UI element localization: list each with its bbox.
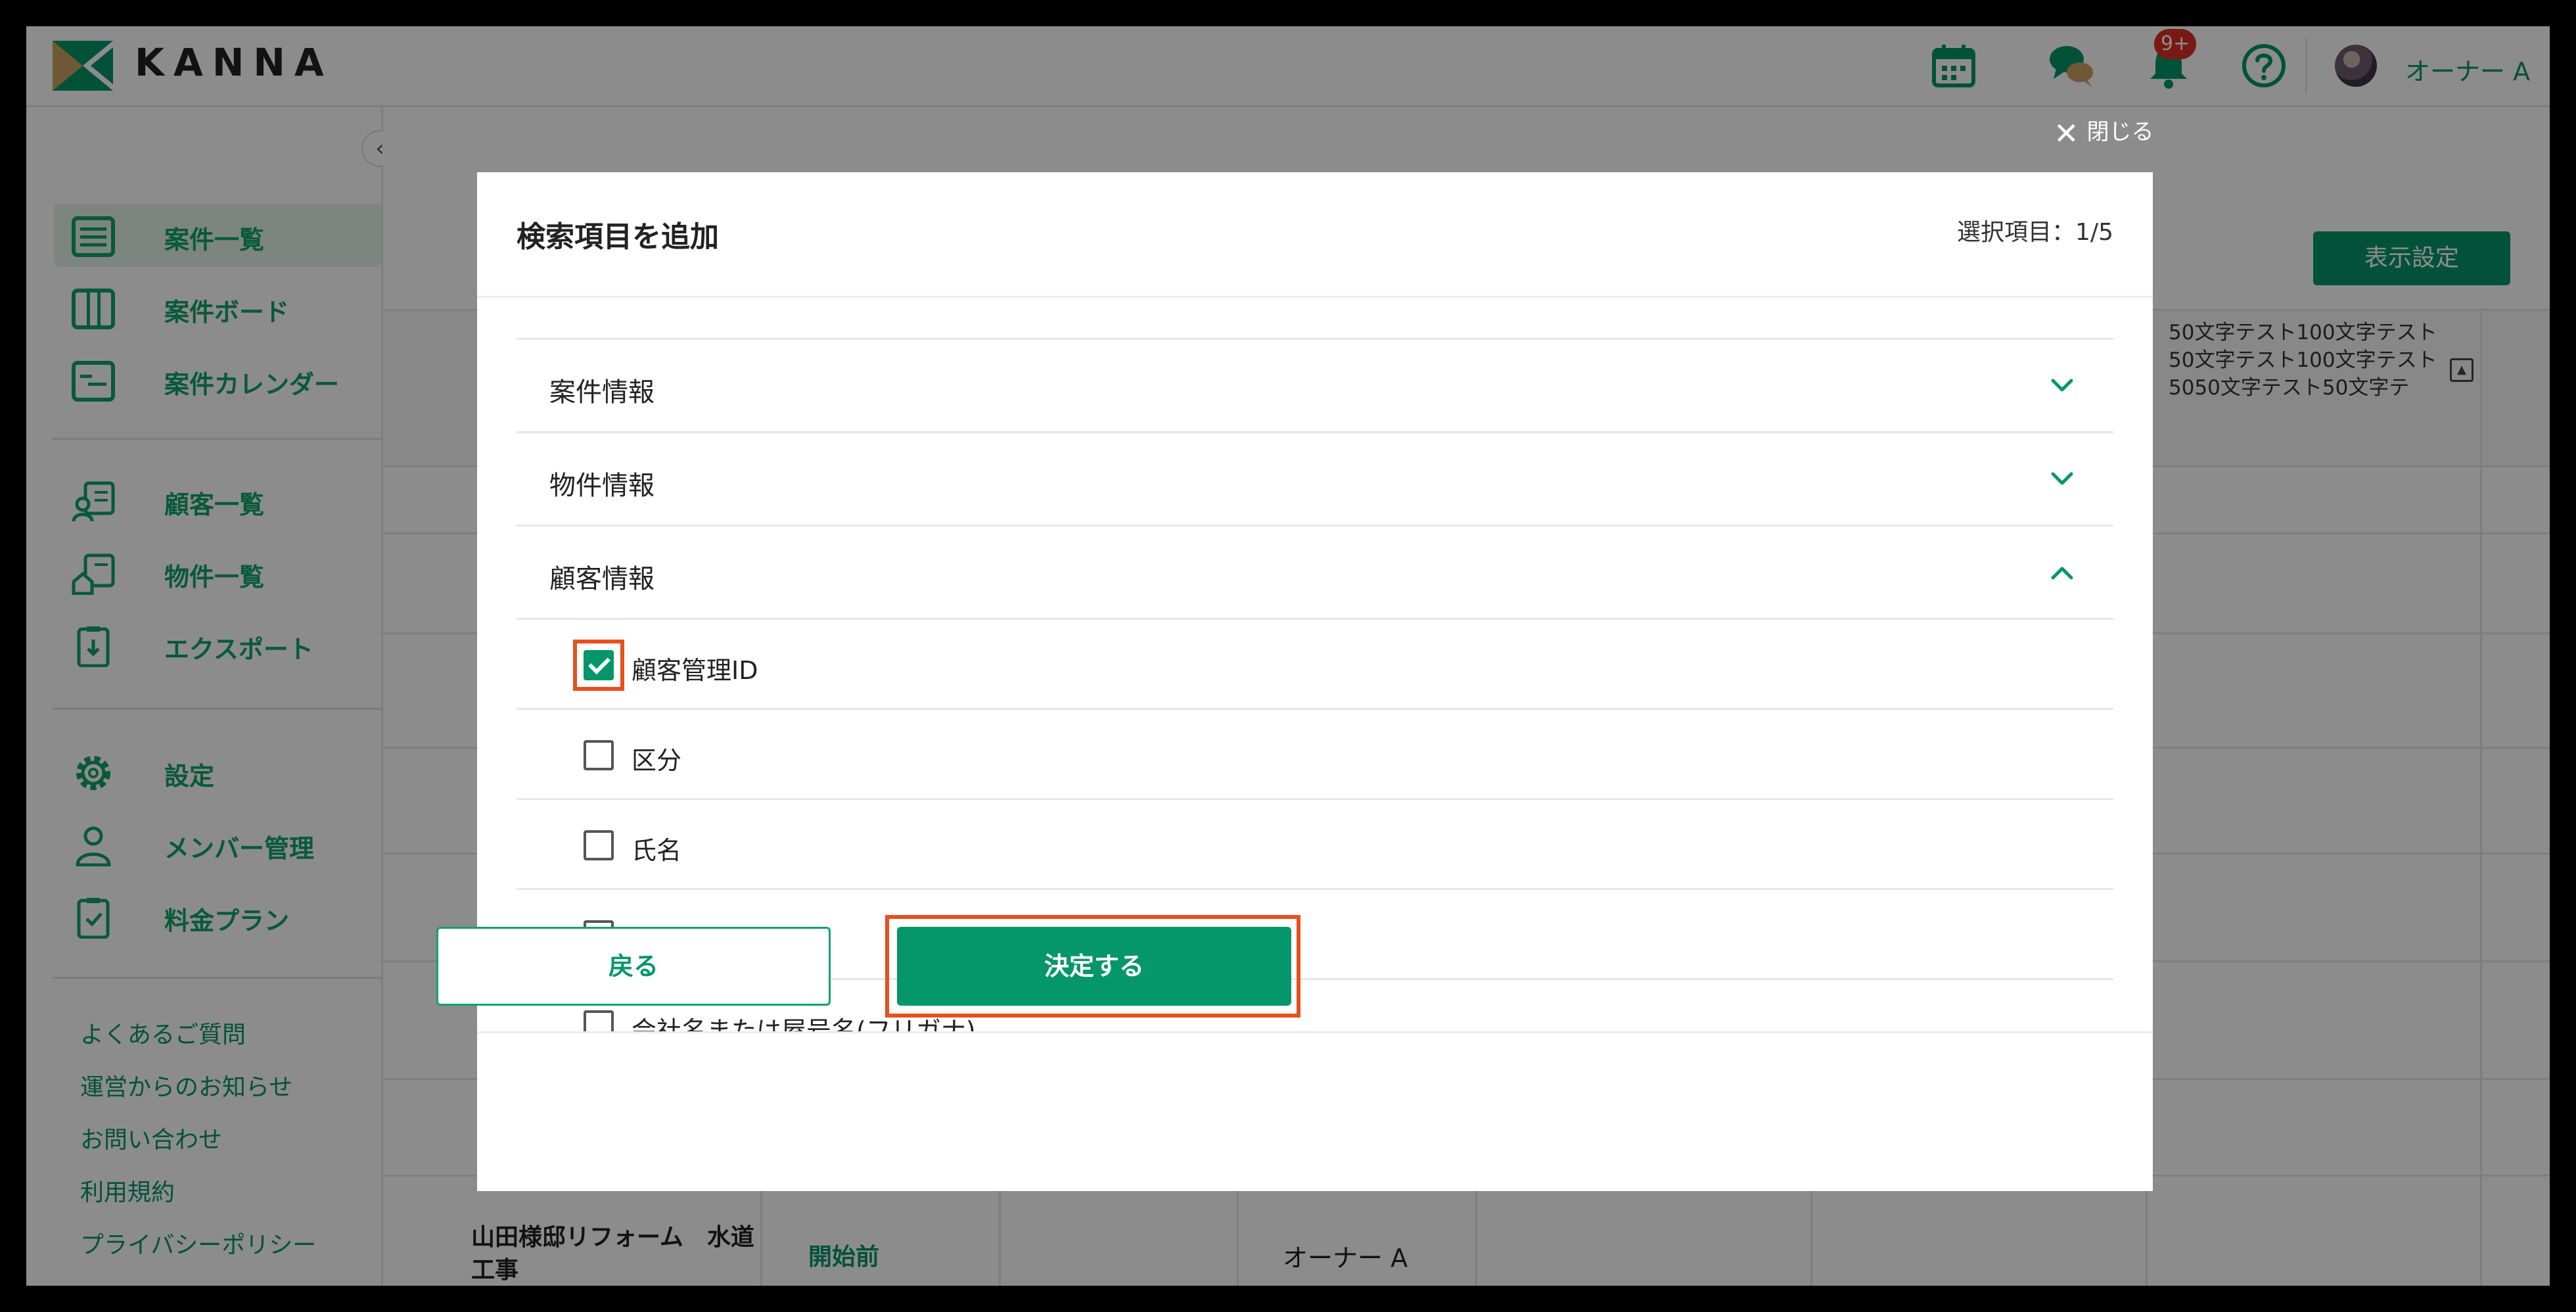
section-customer-info[interactable]: 顧客情報 bbox=[517, 527, 2113, 620]
chevron-down-icon bbox=[2051, 472, 2073, 485]
checkbox[interactable] bbox=[584, 740, 614, 770]
checkbox[interactable] bbox=[584, 830, 614, 860]
section-project-info[interactable]: 案件情報 bbox=[517, 340, 2113, 433]
close-icon: ✕ bbox=[2054, 115, 2079, 151]
option-label: 区分 bbox=[632, 746, 682, 775]
option-customer-id[interactable]: 顧客管理ID bbox=[517, 620, 2113, 710]
option-name[interactable]: 氏名 bbox=[517, 800, 2113, 890]
close-label: 閉じる bbox=[2086, 119, 2154, 145]
add-search-field-dialog: 検索項目を追加 選択項目：1/5 案件情報 物件情報 顧客情報 顧客管理ID 区… bbox=[477, 172, 2153, 1191]
checkbox[interactable] bbox=[584, 1010, 614, 1033]
option-label: 氏名 bbox=[632, 836, 682, 865]
chevron-up-icon bbox=[2051, 567, 2073, 580]
checkbox[interactable] bbox=[584, 650, 614, 680]
dialog-header-divider bbox=[477, 296, 2153, 298]
dialog-footer bbox=[477, 1031, 2153, 1191]
back-button[interactable]: 戻る bbox=[436, 927, 831, 1006]
section-label: 物件情報 bbox=[549, 471, 655, 501]
app-window: KANNA 9+ オーナー A 案件一覧 案件ボード 案件カレンダー 顧客一覧 … bbox=[26, 26, 2550, 1286]
section-property-info[interactable]: 物件情報 bbox=[517, 433, 2113, 527]
close-button[interactable]: ✕ 閉じる bbox=[2054, 114, 2154, 151]
option-category[interactable]: 区分 bbox=[517, 710, 2113, 800]
chevron-down-icon bbox=[2051, 379, 2073, 392]
section-label: 顧客情報 bbox=[549, 564, 655, 594]
confirm-button[interactable]: 決定する bbox=[897, 927, 1291, 1006]
dialog-title: 検索項目を追加 bbox=[517, 220, 719, 254]
selection-counter: 選択項目：1/5 bbox=[1957, 219, 2113, 246]
section-label: 案件情報 bbox=[549, 377, 655, 408]
option-label: 顧客管理ID bbox=[632, 656, 758, 685]
